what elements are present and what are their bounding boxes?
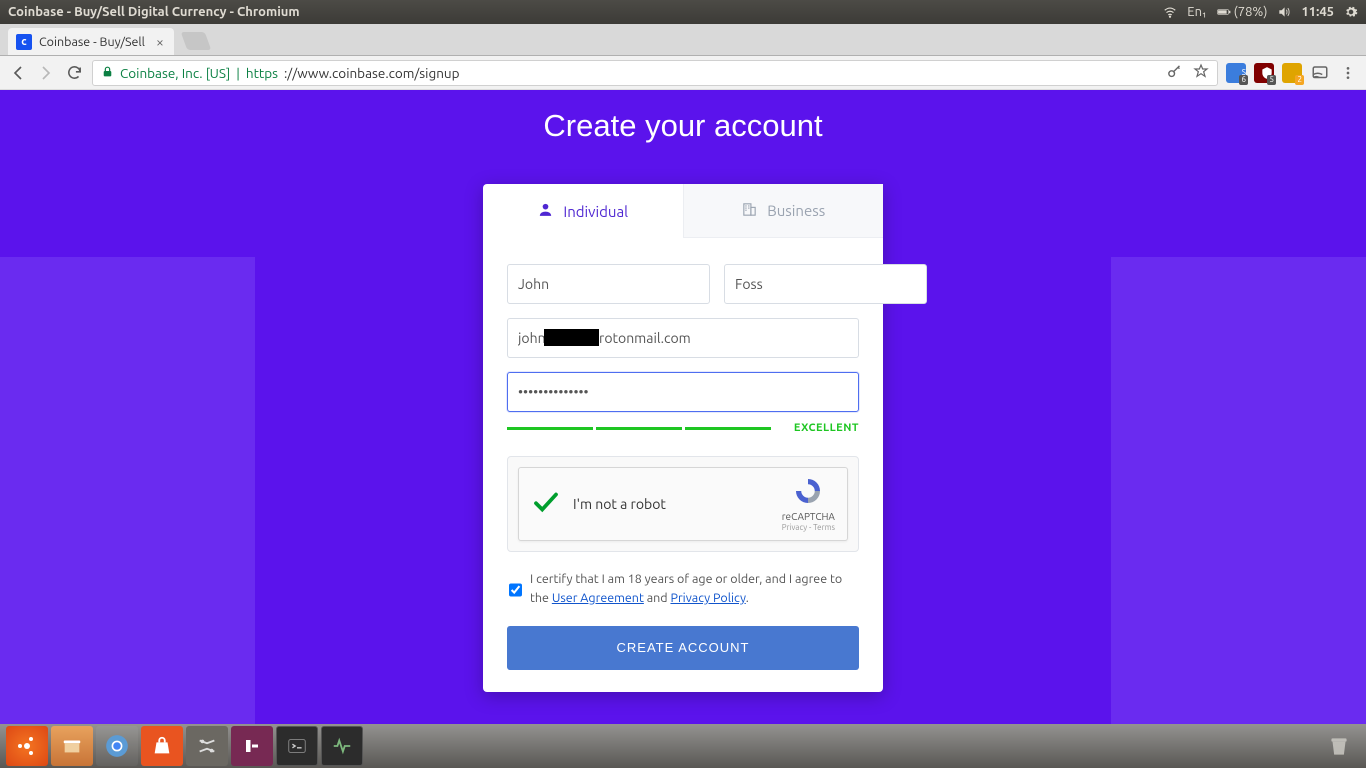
- password-strength-label: EXCELLENT: [774, 422, 859, 434]
- system-indicators: En₁ (78%) 11:45: [1163, 5, 1358, 19]
- reload-button[interactable]: [64, 63, 84, 83]
- forward-button[interactable]: [36, 63, 56, 83]
- first-name-input[interactable]: [507, 264, 710, 304]
- extension-icons: S6 5 2: [1226, 63, 1358, 83]
- launcher-files[interactable]: [51, 726, 93, 766]
- building-icon: [741, 201, 758, 221]
- tab-business[interactable]: Business: [683, 184, 884, 238]
- extension-icon[interactable]: 5: [1254, 63, 1274, 83]
- launcher-settings[interactable]: [186, 726, 228, 766]
- page-content: Create your account Individual Business: [0, 90, 1366, 724]
- launcher-app[interactable]: [231, 726, 273, 766]
- tab-individual[interactable]: Individual: [483, 184, 683, 238]
- launcher-trash[interactable]: [1318, 726, 1360, 766]
- last-name-input[interactable]: [724, 264, 927, 304]
- wifi-icon[interactable]: [1163, 5, 1177, 19]
- checkmark-icon: [531, 487, 561, 521]
- extension-icon[interactable]: 2: [1282, 63, 1302, 83]
- ev-cert-name: Coinbase, Inc. [US]: [120, 65, 230, 81]
- new-tab-button[interactable]: [181, 32, 212, 50]
- decorative-panel-left: [0, 257, 255, 724]
- agree-checkbox[interactable]: [509, 572, 522, 608]
- decorative-panel-right: [1111, 257, 1366, 724]
- create-account-button[interactable]: CREATE ACCOUNT: [507, 626, 859, 670]
- cast-icon[interactable]: [1310, 63, 1330, 83]
- unity-launcher: [0, 724, 1366, 768]
- url-protocol: https: [246, 65, 278, 81]
- browser-tab[interactable]: c Coinbase - Buy/Sell ×: [8, 28, 174, 55]
- password-key-icon[interactable]: [1166, 63, 1183, 83]
- address-bar[interactable]: Coinbase, Inc. [US] | https://www.coinba…: [92, 60, 1218, 86]
- gear-icon[interactable]: [1344, 5, 1358, 19]
- window-title: Coinbase - Buy/Sell Digital Currency - C…: [8, 5, 300, 19]
- lock-icon: [101, 65, 114, 81]
- close-icon[interactable]: ×: [156, 34, 164, 50]
- battery-indicator[interactable]: (78%): [1217, 5, 1268, 19]
- bookmark-star-icon[interactable]: [1193, 63, 1209, 82]
- url-path: ://www.coinbase.com/signup: [284, 65, 460, 81]
- launcher-dash[interactable]: [6, 726, 48, 766]
- launcher-software[interactable]: [141, 726, 183, 766]
- volume-icon[interactable]: [1277, 5, 1291, 19]
- password-input[interactable]: [507, 372, 859, 412]
- recaptcha-label: I'm not a robot: [573, 496, 666, 512]
- keyboard-indicator[interactable]: En₁: [1187, 5, 1206, 19]
- favicon: c: [16, 34, 32, 50]
- back-button[interactable]: [8, 63, 28, 83]
- user-agreement-link[interactable]: User Agreement: [552, 591, 644, 605]
- person-icon: [537, 201, 554, 221]
- privacy-policy-link[interactable]: Privacy Policy: [670, 591, 745, 605]
- page-title: Create your account: [0, 90, 1366, 144]
- recaptcha-widget[interactable]: I'm not a robot reCAPTCHA Privacy - Term…: [518, 467, 848, 541]
- signup-card: Individual Business EXCELLENT: [483, 184, 883, 692]
- tab-title: Coinbase - Buy/Sell: [39, 35, 145, 49]
- redacted-region: [544, 329, 599, 346]
- extension-icon[interactable]: S6: [1226, 63, 1246, 83]
- system-menubar: Coinbase - Buy/Sell Digital Currency - C…: [0, 0, 1366, 24]
- account-type-tabs: Individual Business: [483, 184, 883, 238]
- clock[interactable]: 11:45: [1301, 5, 1334, 19]
- recaptcha-container: I'm not a robot reCAPTCHA Privacy - Term…: [507, 456, 859, 552]
- browser-toolbar: Coinbase, Inc. [US] | https://www.coinba…: [0, 56, 1366, 90]
- launcher-terminal[interactable]: [276, 726, 318, 766]
- launcher-chromium[interactable]: [96, 726, 138, 766]
- password-strength: EXCELLENT: [507, 422, 859, 434]
- age-agreement: I certify that I am 18 years of age or o…: [507, 570, 859, 608]
- chrome-menu-icon[interactable]: [1338, 63, 1358, 83]
- recaptcha-logo: reCAPTCHA Privacy - Terms: [782, 476, 835, 532]
- browser-tab-strip: c Coinbase - Buy/Sell ×: [0, 24, 1366, 56]
- launcher-system-monitor[interactable]: [321, 726, 363, 766]
